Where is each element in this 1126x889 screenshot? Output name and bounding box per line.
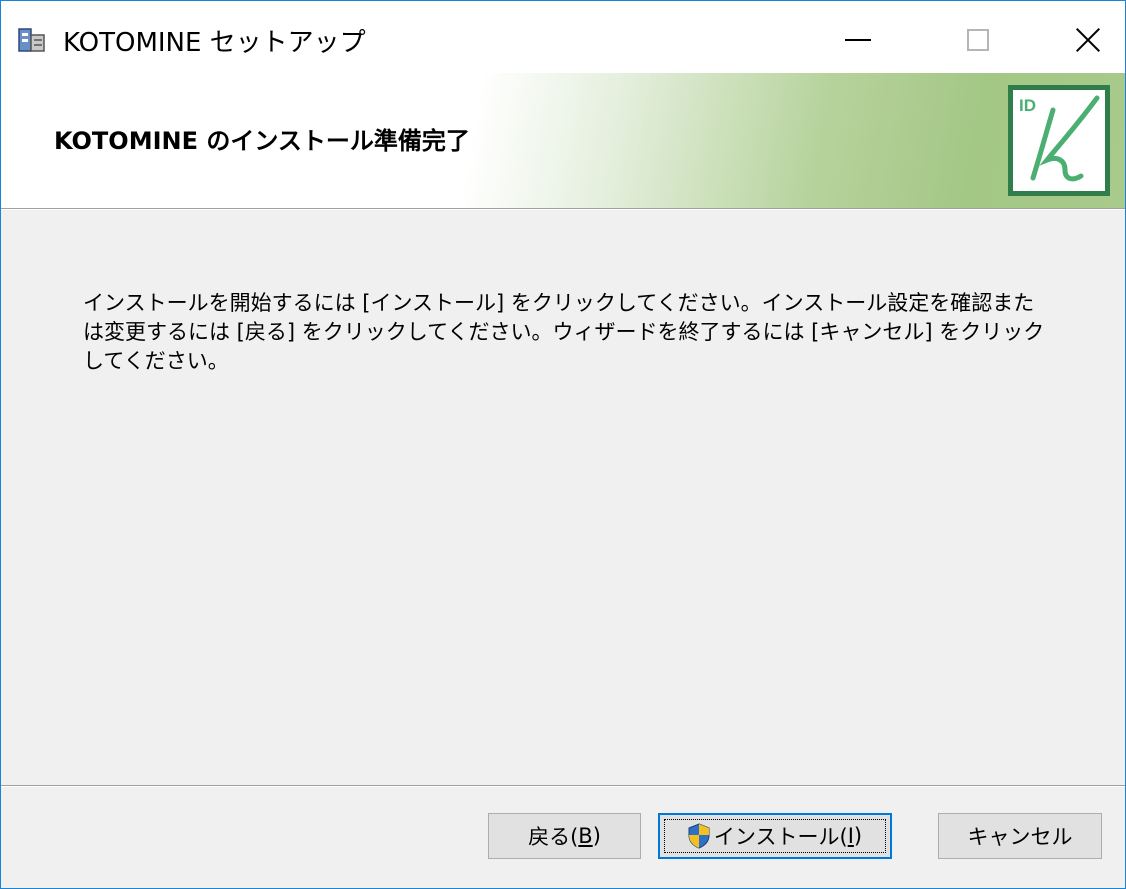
uac-shield-icon [688, 823, 710, 849]
logo-k-icon [1030, 95, 1100, 182]
back-button-accel: B [578, 824, 593, 848]
back-button-paren: ) [592, 824, 601, 848]
back-button-label: 戻る( [528, 825, 579, 849]
footer-divider-highlight [1, 786, 1125, 787]
instructions-line: は変更するには [戻る] をクリックしてください。ウィザードを終了するには [キ… [83, 320, 1045, 344]
setup-window: KOTOMINE セットアップ KOTOMINE のインストール準備完了 ID … [0, 0, 1126, 889]
maximize-button[interactable] [941, 1, 1015, 73]
minimize-button[interactable] [821, 1, 895, 73]
title-bar[interactable]: KOTOMINE セットアップ [1, 1, 1125, 73]
instructions-text: インストールを開始するには [インストール] をクリックしてください。インストー… [83, 289, 1063, 376]
minimize-icon [845, 39, 871, 41]
banner-divider-highlight [1, 209, 1125, 210]
cancel-button[interactable]: キャンセル [938, 813, 1102, 859]
install-button[interactable]: インストール(I) [658, 813, 892, 859]
installer-app-icon [18, 28, 45, 52]
window-title: KOTOMINE セットアップ [63, 28, 366, 58]
instructions-line: してください。 [83, 349, 229, 373]
close-button[interactable] [1051, 1, 1125, 73]
instructions-line: インストールを開始するには [インストール] をクリックしてください。インストー… [83, 291, 1035, 315]
maximize-icon [967, 29, 989, 51]
install-button-paren: ) [853, 824, 863, 848]
page-title: KOTOMINE のインストール準備完了 [54, 127, 470, 155]
header-banner: KOTOMINE のインストール準備完了 ID [1, 73, 1125, 208]
product-logo: ID [1008, 85, 1110, 196]
close-icon [1075, 27, 1101, 53]
install-button-label: インストール( [713, 825, 848, 849]
cancel-button-label: キャンセル [967, 825, 1073, 849]
back-button[interactable]: 戻る(B) [488, 813, 641, 859]
